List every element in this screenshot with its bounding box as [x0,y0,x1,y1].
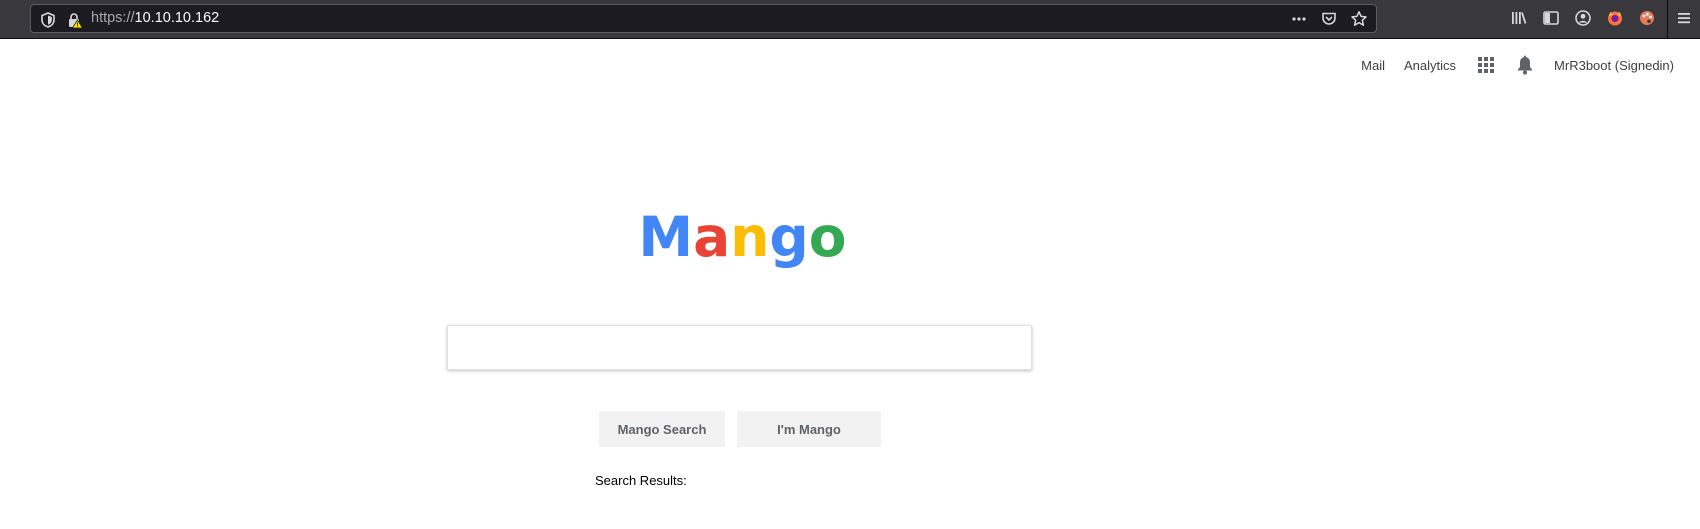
logo-letter: g [769,205,809,269]
library-icon[interactable] [1503,8,1535,28]
user-account-link[interactable]: MrR3boot (Signedin) [1554,58,1674,73]
hamburger-menu-icon[interactable] [1668,8,1700,28]
logo-letter: M [638,205,694,269]
search-results-label: Search Results: [595,473,687,488]
mango-search-button[interactable]: Mango Search [599,411,725,447]
mango-logo: Mango [0,207,1485,267]
tracking-protection-shield-icon[interactable] [39,11,57,34]
bookmark-star-icon[interactable] [1350,10,1368,33]
search-input[interactable] [447,325,1032,370]
im-mango-button[interactable]: I'm Mango [737,411,881,447]
mail-link[interactable]: Mail [1361,58,1385,73]
extension-fox-icon[interactable] [1599,8,1631,28]
pocket-icon[interactable] [1320,10,1338,33]
logo-letter: a [693,205,731,269]
url-text[interactable]: https://10.10.10.162 [91,10,219,26]
account-icon[interactable] [1567,8,1599,28]
page-actions-menu-icon[interactable] [1290,10,1308,33]
url-host: 10.10.10.162 [134,10,220,26]
notifications-bell-icon[interactable] [1516,55,1534,75]
toolbar-divider [1667,0,1668,38]
extension-palette-icon[interactable] [1631,8,1663,28]
apps-grid-icon[interactable] [1478,57,1495,73]
browser-toolbar: https://10.10.10.162 [0,0,1700,39]
insecure-lock-icon[interactable] [66,11,84,34]
url-scheme: https:// [91,10,135,26]
top-nav: Mail Analytics MrR3boot (Signedin) [1342,55,1674,75]
address-bar[interactable]: https://10.10.10.162 [30,4,1377,33]
sidebar-toggle-icon[interactable] [1535,8,1567,28]
logo-letter: n [730,205,770,269]
analytics-link[interactable]: Analytics [1404,58,1456,73]
logo-letter: o [808,205,847,269]
